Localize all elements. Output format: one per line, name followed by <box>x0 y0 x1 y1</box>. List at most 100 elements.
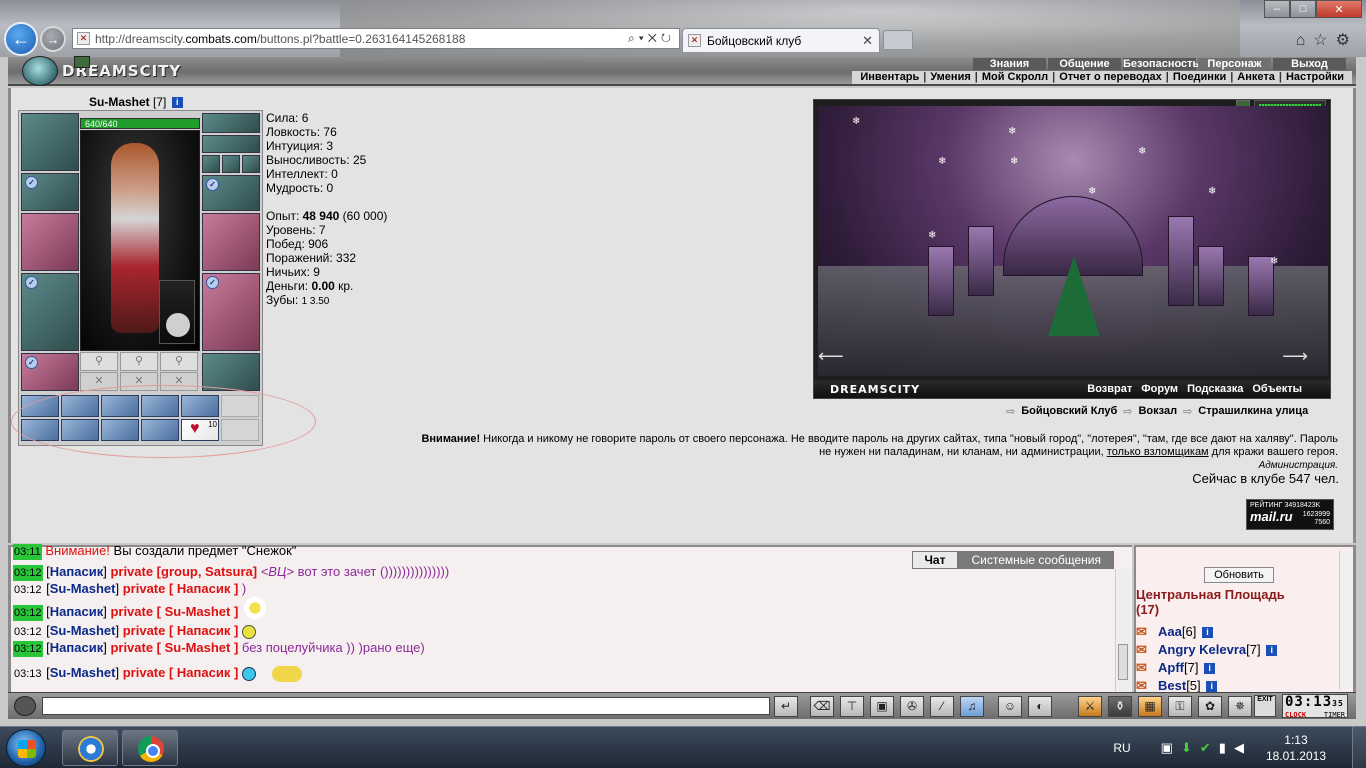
tab-fight-club[interactable]: ✕ Бойцовский клуб ✕ <box>682 28 880 52</box>
language-indicator[interactable]: RU <box>1113 741 1130 755</box>
scene-link-hint[interactable]: Подсказка <box>1187 383 1243 395</box>
chat-nick[interactable]: Напасик <box>50 564 103 579</box>
timer-label[interactable]: TIMER <box>1324 711 1345 719</box>
tab-system-messages[interactable]: Системные сообщения <box>958 551 1114 569</box>
music-icon[interactable]: ♫ <box>960 696 984 717</box>
users-scrollbar[interactable] <box>1339 551 1351 689</box>
clock-label[interactable]: CLOCK <box>1285 711 1306 719</box>
submenu-settings[interactable]: Настройки <box>1282 71 1348 84</box>
exit-button[interactable]: EXIT <box>1254 695 1276 717</box>
weapon-slot[interactable] <box>21 213 79 271</box>
ie-taskbar-button[interactable] <box>62 730 118 766</box>
earrings-slot[interactable] <box>202 113 260 133</box>
minimize-button[interactable]: – <box>1264 0 1290 18</box>
rating-counter[interactable]: РЕЙТИНГ 34918423K mail.ru 1623999 7560 <box>1246 499 1334 530</box>
rune-slot-2[interactable]: ⚲ <box>120 352 158 371</box>
refresh-button[interactable]: Обновить <box>1204 567 1274 583</box>
send-button[interactable]: ↵ <box>774 696 798 717</box>
offhand-slot[interactable] <box>202 213 260 271</box>
address-tools-icon[interactable]: ⌕▾✕↻ <box>628 31 675 46</box>
scene-left-arrow-icon[interactable]: ⟵ <box>818 346 844 367</box>
scene-link-objects[interactable]: Объекты <box>1252 383 1302 395</box>
location-station[interactable]: Вокзал <box>1138 405 1177 418</box>
chat-nick[interactable]: Su-Mashet <box>50 623 116 638</box>
menu-communication[interactable]: Общение <box>1048 58 1121 70</box>
submenu-profile[interactable]: Анкета <box>1233 71 1279 84</box>
scene-right-arrow-icon[interactable]: ⟶ <box>1282 346 1308 367</box>
city-view[interactable]: ❄ ❄ ❄ ❄ ❄ ❄ ❄ ❄ ❄ ⟵ ⟶ <box>818 106 1328 376</box>
scene-bar: DREAMSCITY Возврат Форум Подсказка Объек… <box>814 380 1330 398</box>
user-item[interactable]: ✉ Apff[7] i <box>1136 659 1277 677</box>
filter-icon[interactable]: ⊤ <box>840 696 864 717</box>
chat-nick[interactable]: Напасик <box>50 640 103 655</box>
chat-nick[interactable]: Su-Mashet <box>50 581 116 596</box>
ring-slot-2[interactable] <box>222 155 240 173</box>
chat-nick[interactable]: Напасик <box>50 604 103 619</box>
tray-icons[interactable]: ▣ ⬇ ✔ ▮ ◀ <box>1161 740 1244 756</box>
eraser-icon[interactable]: ⌫ <box>810 696 834 717</box>
location-fight-club[interactable]: Бойцовский Клуб <box>1021 405 1117 418</box>
chat-input[interactable] <box>42 697 770 715</box>
walk-icon[interactable]: ✇ <box>900 696 924 717</box>
submenu-transfer-report[interactable]: Отчет о переводах <box>1055 71 1166 84</box>
rune-slot-3[interactable]: ⚲ <box>160 352 198 371</box>
helmet-icon[interactable]: ◐ <box>1028 696 1052 717</box>
gift-icon[interactable]: ✿ <box>1198 696 1222 717</box>
close-window-button[interactable]: ✕ <box>1316 0 1362 18</box>
save-icon[interactable]: ▣ <box>870 696 894 717</box>
belt-slot[interactable]: ✓ <box>21 353 79 391</box>
smiley-icon[interactable]: ☺ <box>998 696 1022 717</box>
submenu-fights[interactable]: Поединки <box>1169 71 1230 84</box>
maximize-button[interactable]: □ <box>1290 0 1316 18</box>
tab-close-icon[interactable]: ✕ <box>862 33 873 49</box>
submenu-my-scroll[interactable]: Мой Скролл <box>978 71 1052 84</box>
slash-icon[interactable]: ⁄ <box>930 696 954 717</box>
tray-clock[interactable]: 1:13 18.01.2013 <box>1266 732 1326 764</box>
submenu-inventory[interactable]: Инвентарь <box>856 71 923 84</box>
chrome-taskbar-button[interactable] <box>122 730 178 766</box>
chest-icon[interactable]: ▦ <box>1138 696 1162 717</box>
ring-slot-1[interactable] <box>202 155 220 173</box>
tab-chat[interactable]: Чат <box>911 551 959 569</box>
helmet-slot[interactable] <box>21 113 79 171</box>
browser-home-star-gear-icons[interactable]: ⌂☆⚙ <box>1296 30 1358 50</box>
user-item[interactable]: ✉ Aaa[6] i <box>1136 623 1277 641</box>
site-logo[interactable]: DREAMSCITY <box>18 55 180 87</box>
start-button[interactable] <box>6 729 46 767</box>
location-scary-street[interactable]: Страшилкина улица <box>1198 405 1308 418</box>
rune-slot-1[interactable]: ⚲ <box>80 352 118 371</box>
address-bar[interactable]: ✕ http://dreamscity. combats.com/buttons.… <box>72 28 680 49</box>
show-desktop-button[interactable] <box>1352 727 1366 768</box>
rune-icon[interactable]: ✵ <box>1228 696 1252 717</box>
menu-exit[interactable]: Выход <box>1273 58 1346 70</box>
bracers-slot[interactable]: ✓ <box>21 173 79 211</box>
sword-icon[interactable]: ⚔ <box>1078 696 1102 717</box>
menu-knowledge[interactable]: Знания <box>973 58 1046 70</box>
menu-character[interactable]: Персонаж <box>1198 58 1271 70</box>
scene-link-forum[interactable]: Форум <box>1141 383 1178 395</box>
stat-intuition: Интуиция: 3 <box>266 139 334 153</box>
warning-link[interactable]: только взломщикам <box>1107 446 1209 458</box>
legs-slot[interactable]: ✓ <box>202 273 260 351</box>
scene-link-return[interactable]: Возврат <box>1087 383 1132 395</box>
armor-slot[interactable]: ✓ <box>21 273 79 351</box>
user-item[interactable]: ✉ Angry Kelevra[7] i <box>1136 641 1278 659</box>
amulet-slot[interactable] <box>202 135 260 153</box>
info-icon[interactable]: i <box>171 97 183 109</box>
ring-slot-3[interactable] <box>242 155 260 173</box>
info-icon: i <box>1266 645 1278 657</box>
pet-slot[interactable] <box>159 280 195 344</box>
forward-button[interactable]: → <box>40 26 66 52</box>
gloves-slot[interactable]: ✓ <box>202 175 260 211</box>
new-tab-button[interactable] <box>883 30 913 50</box>
bag-icon[interactable]: ⚱ <box>1108 696 1132 717</box>
chat-scrollbar[interactable] <box>1115 569 1129 691</box>
chat-nick[interactable]: Su-Mashet <box>50 665 116 680</box>
menu-security[interactable]: Безопасность <box>1123 58 1199 70</box>
christmas-tree[interactable] <box>1048 256 1100 336</box>
submenu-skills[interactable]: Умения <box>926 71 974 84</box>
back-button[interactable]: ← <box>4 22 38 56</box>
boots-slot[interactable] <box>202 353 260 391</box>
lock-icon[interactable]: ⚿ <box>1168 696 1192 717</box>
speaker-icon[interactable] <box>14 696 36 716</box>
